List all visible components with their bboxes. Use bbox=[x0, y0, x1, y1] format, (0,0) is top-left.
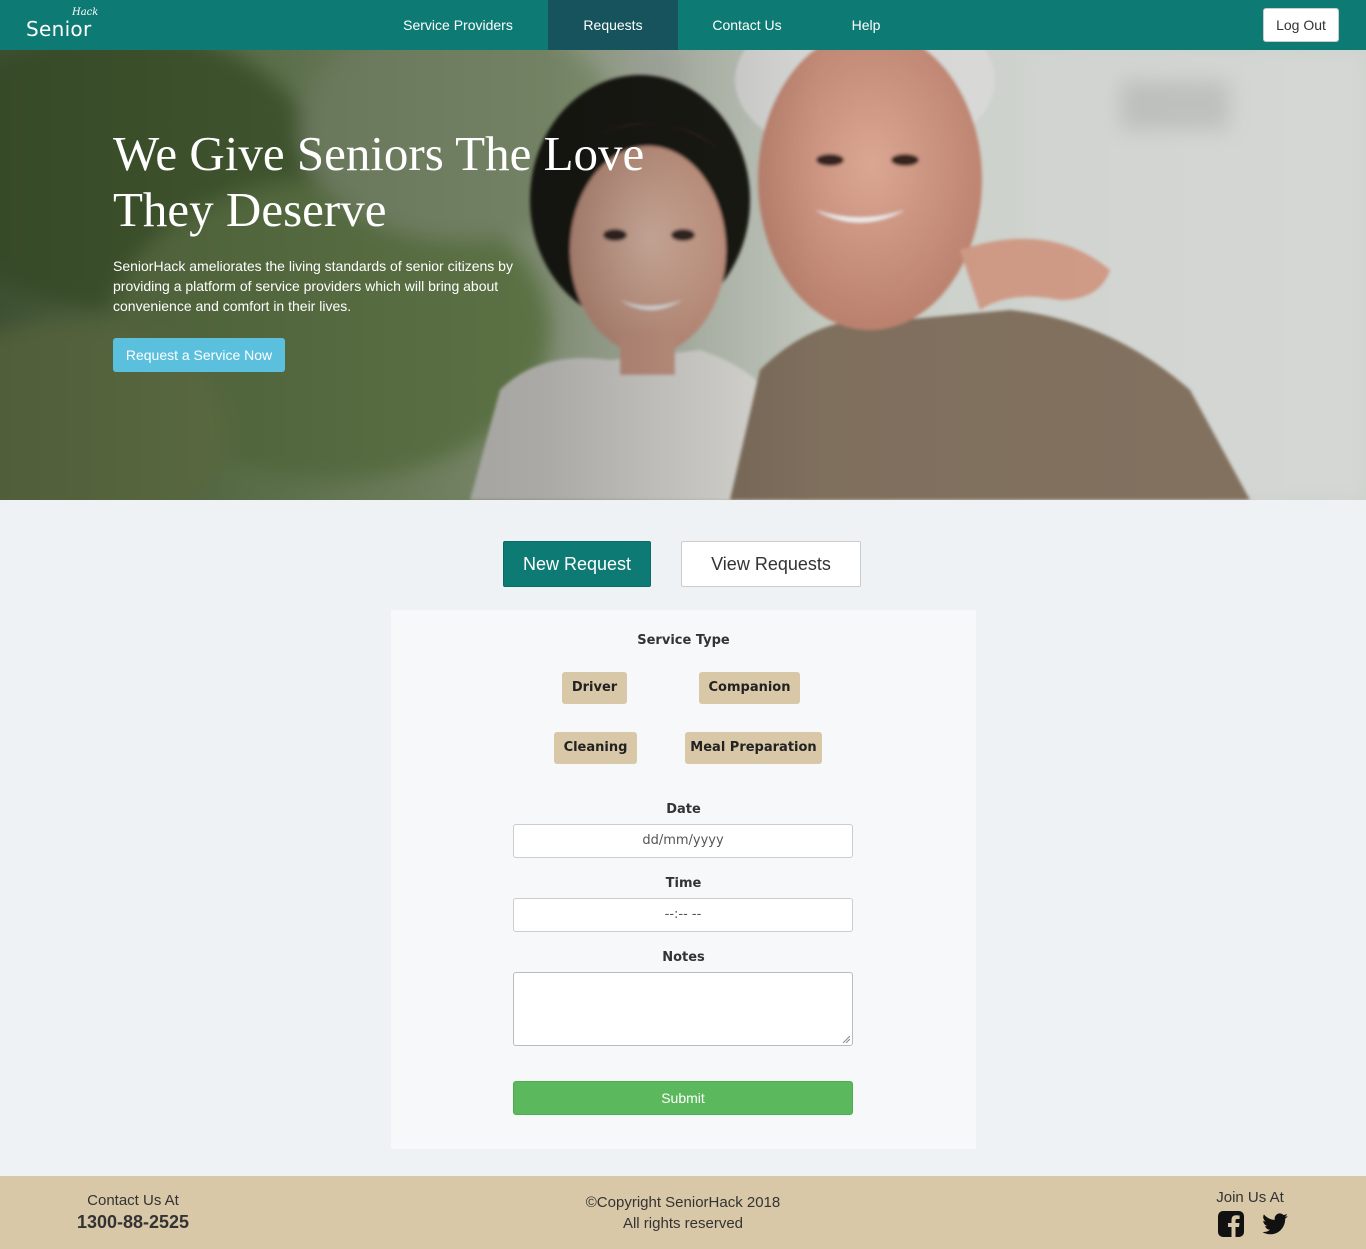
navbar: Senior Hack Service Providers Requests C… bbox=[0, 0, 1366, 50]
nav-contact-us[interactable]: Contact Us bbox=[692, 0, 802, 50]
view-requests-button[interactable]: View Requests bbox=[681, 541, 861, 587]
footer: Contact Us At 1300-88-2525 ©Copyright Se… bbox=[0, 1176, 1366, 1249]
contact-phone: 1300-88-2525 bbox=[76, 1212, 190, 1232]
twitter-icon[interactable] bbox=[1261, 1210, 1289, 1238]
time-label: Time bbox=[665, 876, 702, 891]
notes-label: Notes bbox=[662, 950, 705, 965]
logo[interactable]: Senior Hack bbox=[26, 6, 106, 44]
service-type-label: Service Type bbox=[637, 633, 730, 648]
notes-textarea[interactable] bbox=[513, 972, 853, 1046]
contact-label: Contact Us At bbox=[87, 1192, 179, 1209]
service-chip-meal-preparation[interactable]: Meal Preparation bbox=[685, 732, 822, 764]
join-label: Join Us At bbox=[1216, 1189, 1284, 1206]
time-input[interactable]: --:-- -- bbox=[513, 898, 853, 932]
hero-title: We Give Seniors The Love They Deserve bbox=[113, 126, 645, 237]
copyright: ©Copyright SeniorHack 2018 All rights re… bbox=[483, 1192, 883, 1234]
nav-requests[interactable]: Requests bbox=[548, 0, 678, 50]
logo-superscript: Hack bbox=[72, 7, 99, 18]
service-chip-cleaning[interactable]: Cleaning bbox=[554, 732, 637, 764]
resize-grip-icon[interactable] bbox=[842, 1035, 850, 1043]
new-request-button[interactable]: New Request bbox=[503, 541, 651, 587]
service-chip-companion[interactable]: Companion bbox=[699, 672, 800, 704]
facebook-icon[interactable] bbox=[1217, 1210, 1245, 1238]
hero-description: SeniorHack ameliorates the living standa… bbox=[113, 258, 513, 314]
request-form: Service Type Driver Companion Cleaning M… bbox=[391, 610, 976, 1149]
date-input[interactable]: dd/mm/yyyy bbox=[513, 824, 853, 858]
request-service-button[interactable]: Request a Service Now bbox=[113, 338, 285, 372]
hero-banner: We Give Seniors The Love They Deserve Se… bbox=[0, 50, 1366, 500]
date-label: Date bbox=[666, 802, 701, 817]
logout-button[interactable]: Log Out bbox=[1263, 8, 1339, 42]
nav-help[interactable]: Help bbox=[826, 0, 906, 50]
copyright-text: ©Copyright SeniorHack 2018 bbox=[585, 1194, 781, 1211]
rights-text: All rights reserved bbox=[622, 1215, 744, 1232]
service-chip-driver[interactable]: Driver bbox=[562, 672, 627, 704]
nav-service-providers[interactable]: Service Providers bbox=[383, 0, 533, 50]
submit-button[interactable]: Submit bbox=[513, 1081, 853, 1115]
logo-text: Senior bbox=[26, 17, 92, 41]
